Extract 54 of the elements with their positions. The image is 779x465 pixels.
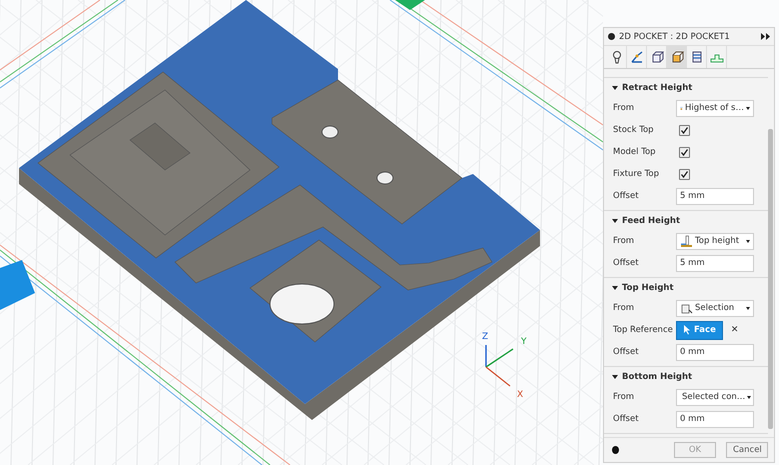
dropdown[interactable]: Selected con…	[676, 388, 754, 406]
checkbox[interactable]	[679, 168, 690, 180]
tag-marker	[0, 260, 35, 310]
scrollbar-thumb[interactable]	[768, 129, 773, 429]
field-label: Offset	[613, 258, 640, 268]
section-title: Bottom Height	[622, 372, 692, 382]
field-label: From	[613, 303, 636, 313]
height-icon	[680, 234, 693, 248]
list-icon	[690, 50, 704, 64]
dropdown[interactable]: Highest of s…	[676, 100, 754, 116]
axis-label: Z	[482, 332, 488, 342]
checkbox[interactable]	[679, 124, 690, 136]
panel-title: 2D POCKET : 2D POCKET1	[619, 32, 731, 42]
cursor-icon	[683, 325, 691, 335]
caret-icon	[747, 396, 752, 398]
stop-icon	[608, 33, 615, 40]
field-label: From	[613, 392, 636, 402]
collapse-icon[interactable]	[612, 86, 618, 90]
field-label: Offset	[613, 414, 640, 424]
section-title: Feed Height	[622, 216, 680, 226]
axis-label: Y	[521, 337, 526, 347]
info-icon[interactable]	[612, 446, 619, 454]
section-title: Top Height	[622, 282, 674, 292]
collapse-icon[interactable]	[612, 286, 618, 290]
field-label: From	[613, 103, 636, 113]
expand-icon[interactable]	[761, 33, 770, 40]
dropdown[interactable]: Selection	[676, 300, 754, 316]
field-label: From	[613, 236, 636, 246]
offset-field[interactable]: 5 mm	[676, 188, 754, 204]
section-title: Retract Height	[622, 82, 692, 92]
clear-button[interactable]: ✕	[730, 325, 738, 335]
offset-field[interactable]: 0 mm	[676, 410, 754, 428]
field-label: Offset	[613, 191, 640, 201]
axis-label: X	[517, 390, 524, 400]
face-button[interactable]: Face	[676, 320, 723, 340]
offset-field[interactable]: 0 mm	[676, 344, 754, 360]
tab[interactable]	[667, 46, 687, 68]
toolpath-icon	[630, 50, 644, 64]
field-label: Offset	[613, 347, 640, 357]
checkbox[interactable]	[679, 146, 690, 158]
field-label: Model Top	[613, 147, 657, 157]
collapse-icon[interactable]	[612, 374, 618, 378]
select-icon	[680, 302, 693, 314]
field-label: Stock Top	[613, 125, 655, 135]
caret-icon	[746, 106, 750, 110]
field-label: Top Reference	[613, 325, 674, 335]
caret-icon	[746, 306, 750, 310]
caret-icon	[746, 240, 750, 242]
collapse-icon[interactable]	[612, 218, 618, 222]
dropdown[interactable]: Top height	[676, 232, 754, 250]
field-label: Fixture Top	[613, 169, 660, 179]
offset-field[interactable]: 5 mm	[676, 254, 754, 272]
cancel-button[interactable]: Cancel	[726, 442, 768, 458]
axis-triad-drawing	[485, 345, 514, 386]
